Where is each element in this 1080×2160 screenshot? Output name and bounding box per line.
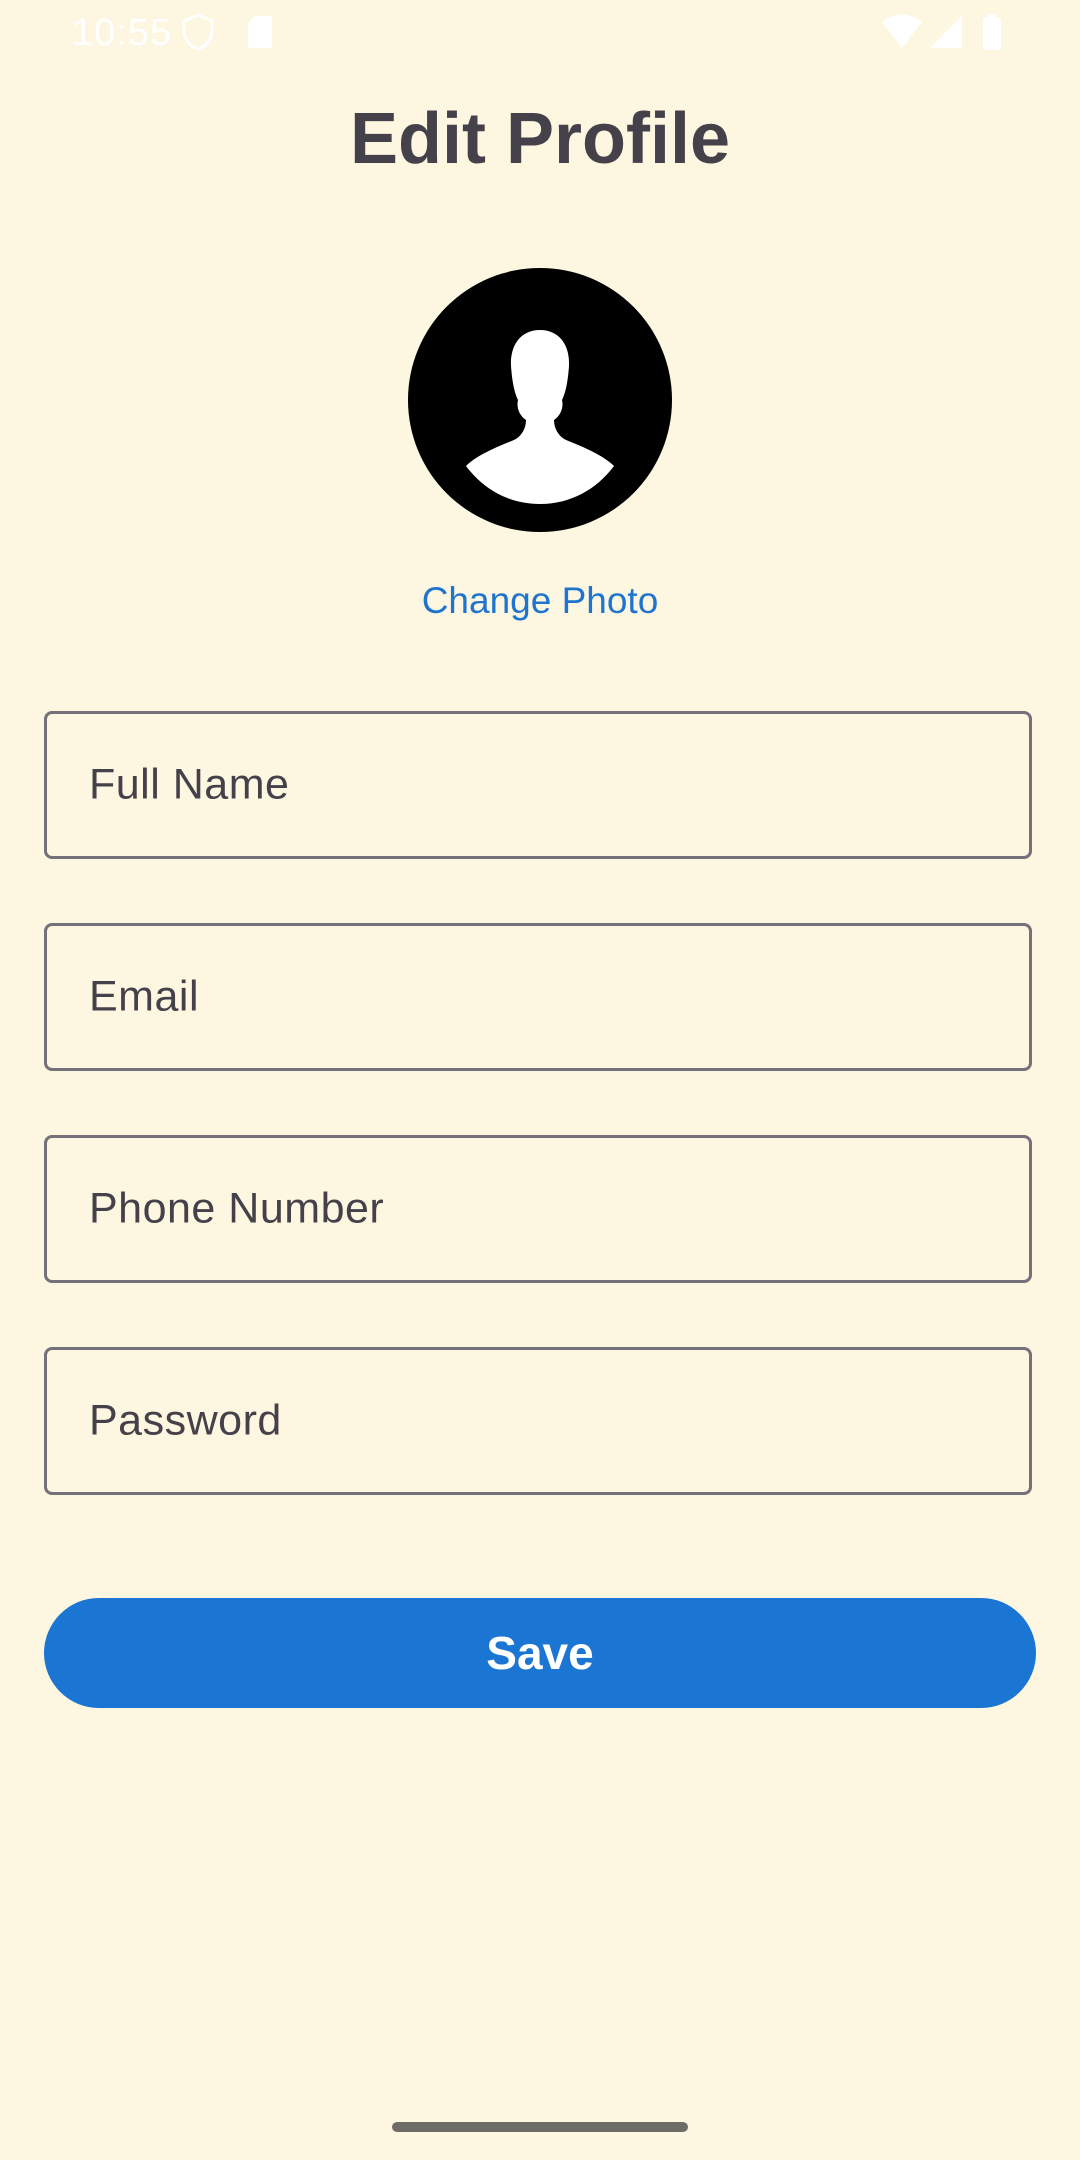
email-placeholder: Email xyxy=(89,972,200,1021)
save-button-label: Save xyxy=(486,1627,594,1679)
save-button[interactable]: Save xyxy=(44,1598,1036,1708)
status-bar: 10:55 xyxy=(0,0,1080,64)
sd-card-icon xyxy=(244,12,276,52)
shield-icon xyxy=(180,12,216,52)
home-indicator[interactable] xyxy=(392,2122,688,2132)
change-photo-link[interactable]: Change Photo xyxy=(0,580,1080,622)
wifi-icon xyxy=(880,12,924,52)
email-field[interactable]: Email xyxy=(44,923,1032,1071)
signal-icon xyxy=(928,12,964,52)
phone-number-field[interactable]: Phone Number xyxy=(44,1135,1032,1283)
password-field[interactable]: Password xyxy=(44,1347,1032,1495)
person-silhouette-icon xyxy=(408,268,672,532)
phone-number-placeholder: Phone Number xyxy=(89,1184,385,1233)
avatar[interactable] xyxy=(408,268,672,532)
battery-icon xyxy=(980,12,1004,52)
status-time: 10:55 xyxy=(72,12,173,54)
password-placeholder: Password xyxy=(89,1396,282,1445)
full-name-placeholder: Full Name xyxy=(89,760,290,809)
page-title: Edit Profile xyxy=(349,99,731,179)
full-name-field[interactable]: Full Name xyxy=(44,711,1032,859)
